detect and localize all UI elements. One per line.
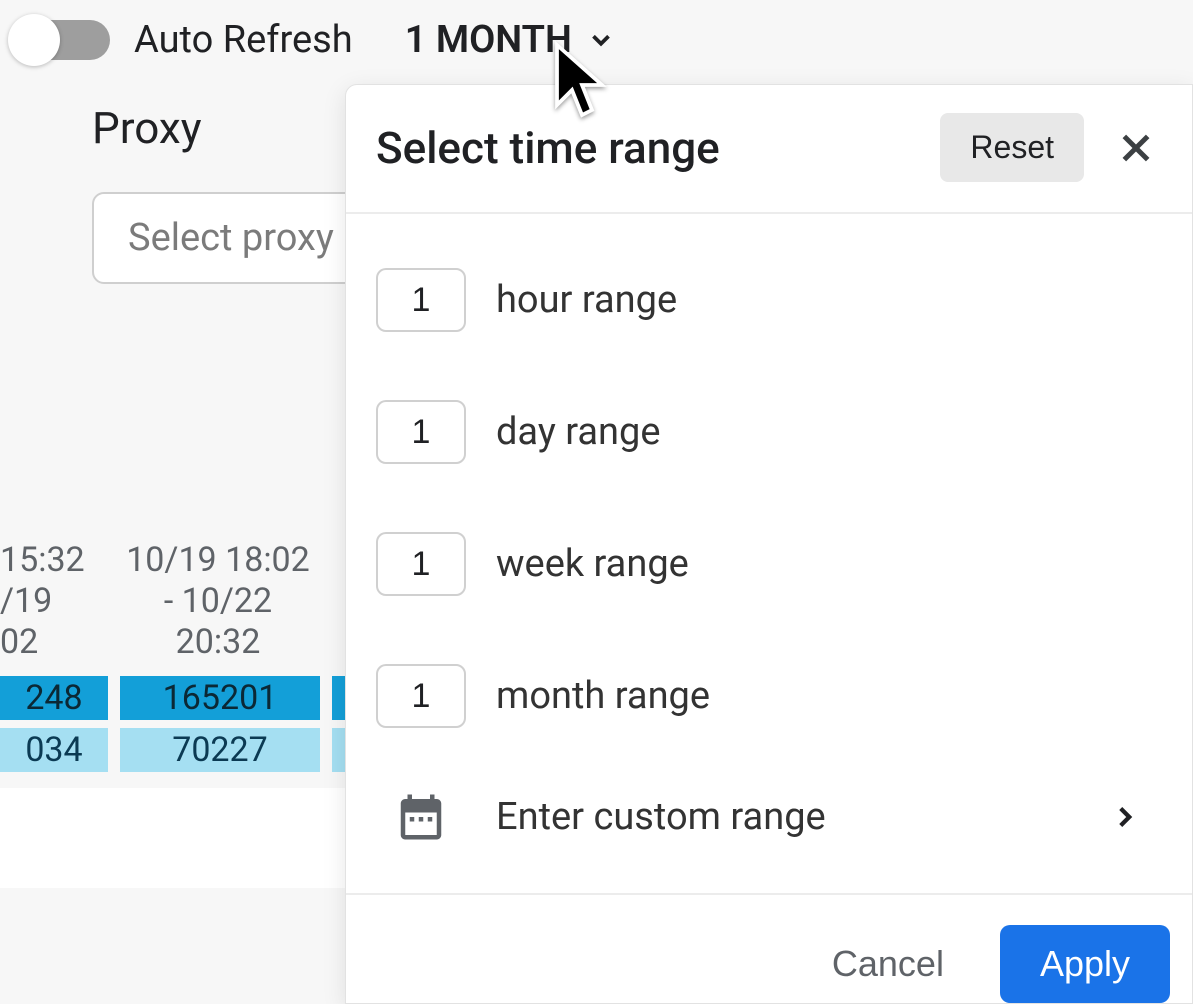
time-range-trigger-label: 1 MONTH: [405, 18, 572, 62]
month-range-input[interactable]: [376, 664, 466, 728]
time-range-panel: Select time range Reset hour range day r…: [345, 84, 1193, 1004]
day-range-input[interactable]: [376, 400, 466, 464]
close-icon: [1116, 128, 1156, 168]
range-row-week[interactable]: week range: [376, 498, 1162, 630]
range-label: hour range: [496, 278, 677, 322]
custom-range-row[interactable]: Enter custom range: [376, 762, 1162, 884]
timeline-cell[interactable]: 70227: [120, 728, 320, 772]
range-label: day range: [496, 410, 661, 454]
close-button[interactable]: [1110, 122, 1162, 174]
timeline-header-text: 02: [0, 622, 98, 663]
timeline-spacer: [0, 788, 345, 888]
timeline-header-text: 10/19 18:02: [118, 540, 318, 581]
auto-refresh-toggle[interactable]: [12, 20, 110, 60]
timeline-header-text: /19: [0, 581, 98, 622]
timeline-cell[interactable]: 248: [0, 676, 108, 720]
timeline-header-col: 10/19 18:02 - 10/22 20:32: [108, 540, 328, 662]
timeline-header-col: 15:32 /19 02: [0, 540, 108, 662]
chevron-down-icon: [586, 25, 616, 55]
timeline-cell[interactable]: 165201: [120, 676, 320, 720]
cancel-button[interactable]: Cancel: [826, 942, 950, 986]
timeline-header-text: 15:32: [0, 540, 98, 581]
panel-footer: Cancel Apply: [346, 893, 1192, 1003]
timeline-cell[interactable]: 034: [0, 728, 108, 772]
hour-range-input[interactable]: [376, 268, 466, 332]
timeline-row: 248 165201: [0, 676, 348, 720]
time-range-trigger[interactable]: 1 MONTH: [405, 18, 616, 62]
range-row-hour[interactable]: hour range: [376, 234, 1162, 366]
auto-refresh-label: Auto Refresh: [134, 18, 353, 62]
range-label: week range: [496, 542, 689, 586]
panel-body: hour range day range week range month ra…: [346, 214, 1192, 893]
range-label: month range: [496, 674, 710, 718]
timeline-row: 034 70227: [0, 728, 348, 772]
custom-range-label: Enter custom range: [496, 795, 1060, 839]
timeline-headers: 15:32 /19 02 10/19 18:02 - 10/22 20:32: [0, 540, 348, 662]
proxy-select[interactable]: Select proxy: [92, 192, 370, 284]
week-range-input[interactable]: [376, 532, 466, 596]
calendar-icon: [394, 790, 448, 844]
toggle-thumb: [8, 14, 60, 66]
timeline-header-text: - 10/22: [118, 581, 318, 622]
timeline-table: 15:32 /19 02 10/19 18:02 - 10/22 20:32 2…: [0, 540, 348, 772]
range-row-day[interactable]: day range: [376, 366, 1162, 498]
chevron-right-icon: [1108, 800, 1142, 834]
range-row-month[interactable]: month range: [376, 630, 1162, 762]
timeline-header-text: 20:32: [118, 622, 318, 663]
reset-button[interactable]: Reset: [940, 113, 1084, 182]
panel-header: Select time range Reset: [346, 85, 1192, 214]
panel-title: Select time range: [376, 122, 940, 174]
apply-button[interactable]: Apply: [1000, 925, 1170, 1003]
